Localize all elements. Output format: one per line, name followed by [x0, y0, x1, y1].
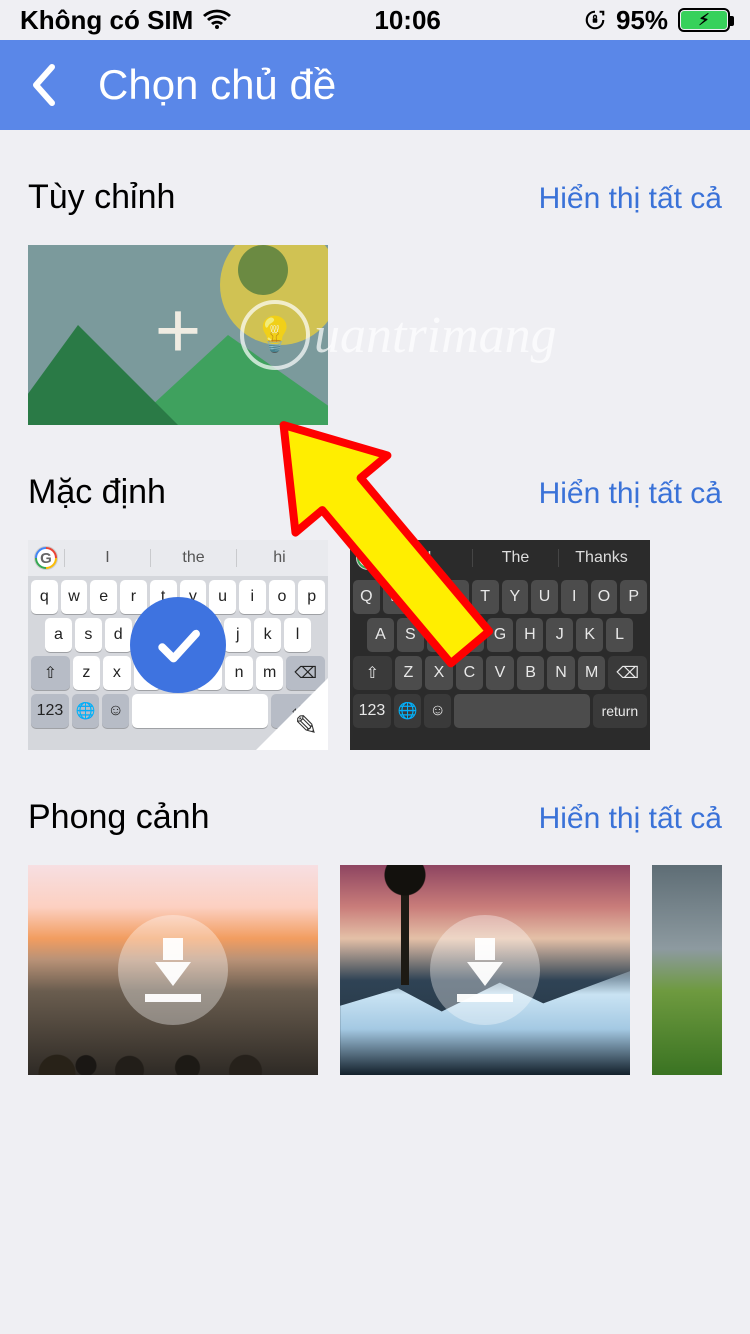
carrier-text: Không có SIM	[20, 5, 193, 36]
show-all-landscape[interactable]: Hiển thị tất cả	[539, 802, 722, 836]
theme-landscape-1[interactable]	[28, 865, 318, 1075]
page-title: Chọn chủ đề	[98, 61, 336, 109]
wifi-icon	[203, 9, 231, 31]
download-icon	[430, 915, 540, 1025]
plus-icon: +	[155, 284, 202, 376]
section-default-title: Mặc định	[28, 473, 166, 512]
section-landscape-title: Phong cảnh	[28, 798, 210, 837]
rotation-lock-icon	[584, 9, 606, 31]
kb-row: QWERTYUIOP	[353, 580, 647, 614]
google-icon	[34, 546, 58, 570]
kb-row: ASDFGHJKL	[353, 618, 647, 652]
kb-row: ⇧ZXCVBNM⌫	[353, 656, 647, 690]
theme-landscape-3[interactable]	[652, 865, 722, 1075]
edit-icon[interactable]: ✎	[295, 709, 318, 742]
show-all-custom[interactable]: Hiển thị tất cả	[539, 182, 722, 216]
status-bar: Không có SIM 10:06 95% ⚡︎	[0, 0, 750, 40]
selected-check-icon	[130, 597, 226, 693]
theme-light[interactable]: I the hi qwertyuiop asdfghjkl ⇧zxcvbnm⌫ …	[28, 540, 328, 750]
show-all-default[interactable]: Hiển thị tất cả	[539, 477, 722, 511]
theme-landscape-2[interactable]	[340, 865, 630, 1075]
nav-header: Chọn chủ đề	[0, 40, 750, 130]
google-icon	[356, 546, 380, 570]
theme-dark[interactable]: I The Thanks QWERTYUIOP ASDFGHJKL ⇧ZXCVB…	[350, 540, 650, 750]
battery-percent: 95%	[616, 5, 668, 36]
download-icon	[118, 915, 228, 1025]
status-time: 10:06	[374, 5, 441, 36]
back-button[interactable]	[30, 63, 58, 107]
section-custom-title: Tùy chỉnh	[28, 178, 175, 217]
add-custom-theme-tile[interactable]: +	[28, 245, 328, 425]
battery-icon: ⚡︎	[678, 8, 730, 32]
